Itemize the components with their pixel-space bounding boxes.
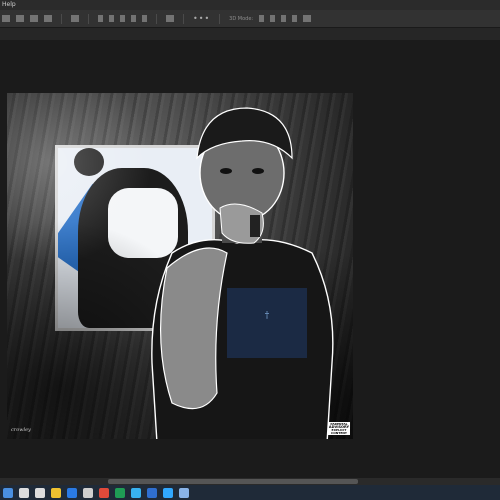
windows-taskbar (0, 485, 500, 500)
toolbar-separator (88, 13, 89, 24)
shirt-graphic-text: † (265, 311, 270, 321)
toolbar-separator (183, 13, 184, 24)
person-figure: † (151, 107, 334, 439)
align-centers-icon[interactable] (16, 15, 24, 22)
pan-3d-icon[interactable] (281, 15, 287, 22)
distribute-center-icon[interactable] (109, 15, 114, 22)
orbit-3d-icon[interactable] (259, 15, 265, 22)
options-bar: ••• 3D Mode: (0, 10, 500, 28)
distribute-left-icon[interactable] (98, 15, 103, 22)
search-icon[interactable] (19, 487, 29, 498)
check-icon[interactable] (131, 487, 141, 498)
mode-3d-label: 3D Mode: (229, 15, 254, 22)
album-artwork[interactable]: † PARENTAL ADVISORY EXPLICIT CONTENT cro… (7, 93, 353, 439)
align-bottom-edges-icon[interactable] (44, 15, 52, 22)
toolbar-separator (61, 13, 62, 24)
shirt-graphic (227, 288, 307, 358)
mail-icon[interactable] (99, 487, 109, 498)
roll-3d-icon[interactable] (270, 15, 276, 22)
distribute-icon[interactable] (71, 15, 79, 22)
photoshop-icon[interactable] (163, 487, 173, 498)
menu-help[interactable]: Help (0, 1, 16, 8)
scale-3d-icon[interactable] (303, 15, 312, 22)
advisory-bottom-text: EXPLICIT CONTENT (331, 428, 347, 435)
toolbar-separator (219, 13, 221, 24)
edge-dev-icon[interactable] (147, 487, 157, 498)
more-options-button[interactable]: ••• (193, 14, 210, 23)
artist-signature: crowley (11, 427, 31, 433)
edge-icon[interactable] (67, 487, 77, 498)
start-icon[interactable] (3, 487, 13, 498)
toolbar-separator (156, 13, 157, 24)
auto-align-icon[interactable] (166, 15, 174, 22)
parental-advisory-label: PARENTAL ADVISORY EXPLICIT CONTENT (328, 422, 350, 435)
align-top-edges-icon[interactable] (30, 15, 38, 22)
raised-arm (159, 247, 228, 410)
store-icon[interactable] (83, 487, 93, 498)
window-icon[interactable] (179, 487, 189, 498)
distribute-top-icon[interactable] (131, 15, 136, 22)
align-left-edges-icon[interactable] (2, 15, 10, 22)
horizontal-scrollbar[interactable] (0, 478, 500, 485)
menu-bar: Help (0, 0, 500, 10)
excel-icon[interactable] (115, 487, 125, 498)
taskview-icon[interactable] (35, 487, 45, 498)
distribute-right-icon[interactable] (120, 15, 125, 22)
distribute-bottom-icon[interactable] (142, 15, 147, 22)
scrollbar-thumb[interactable] (108, 479, 358, 484)
file-explorer-icon[interactable] (51, 487, 61, 498)
microphone (250, 215, 260, 237)
slide-3d-icon[interactable] (292, 15, 298, 22)
document-tab-strip (0, 28, 500, 40)
